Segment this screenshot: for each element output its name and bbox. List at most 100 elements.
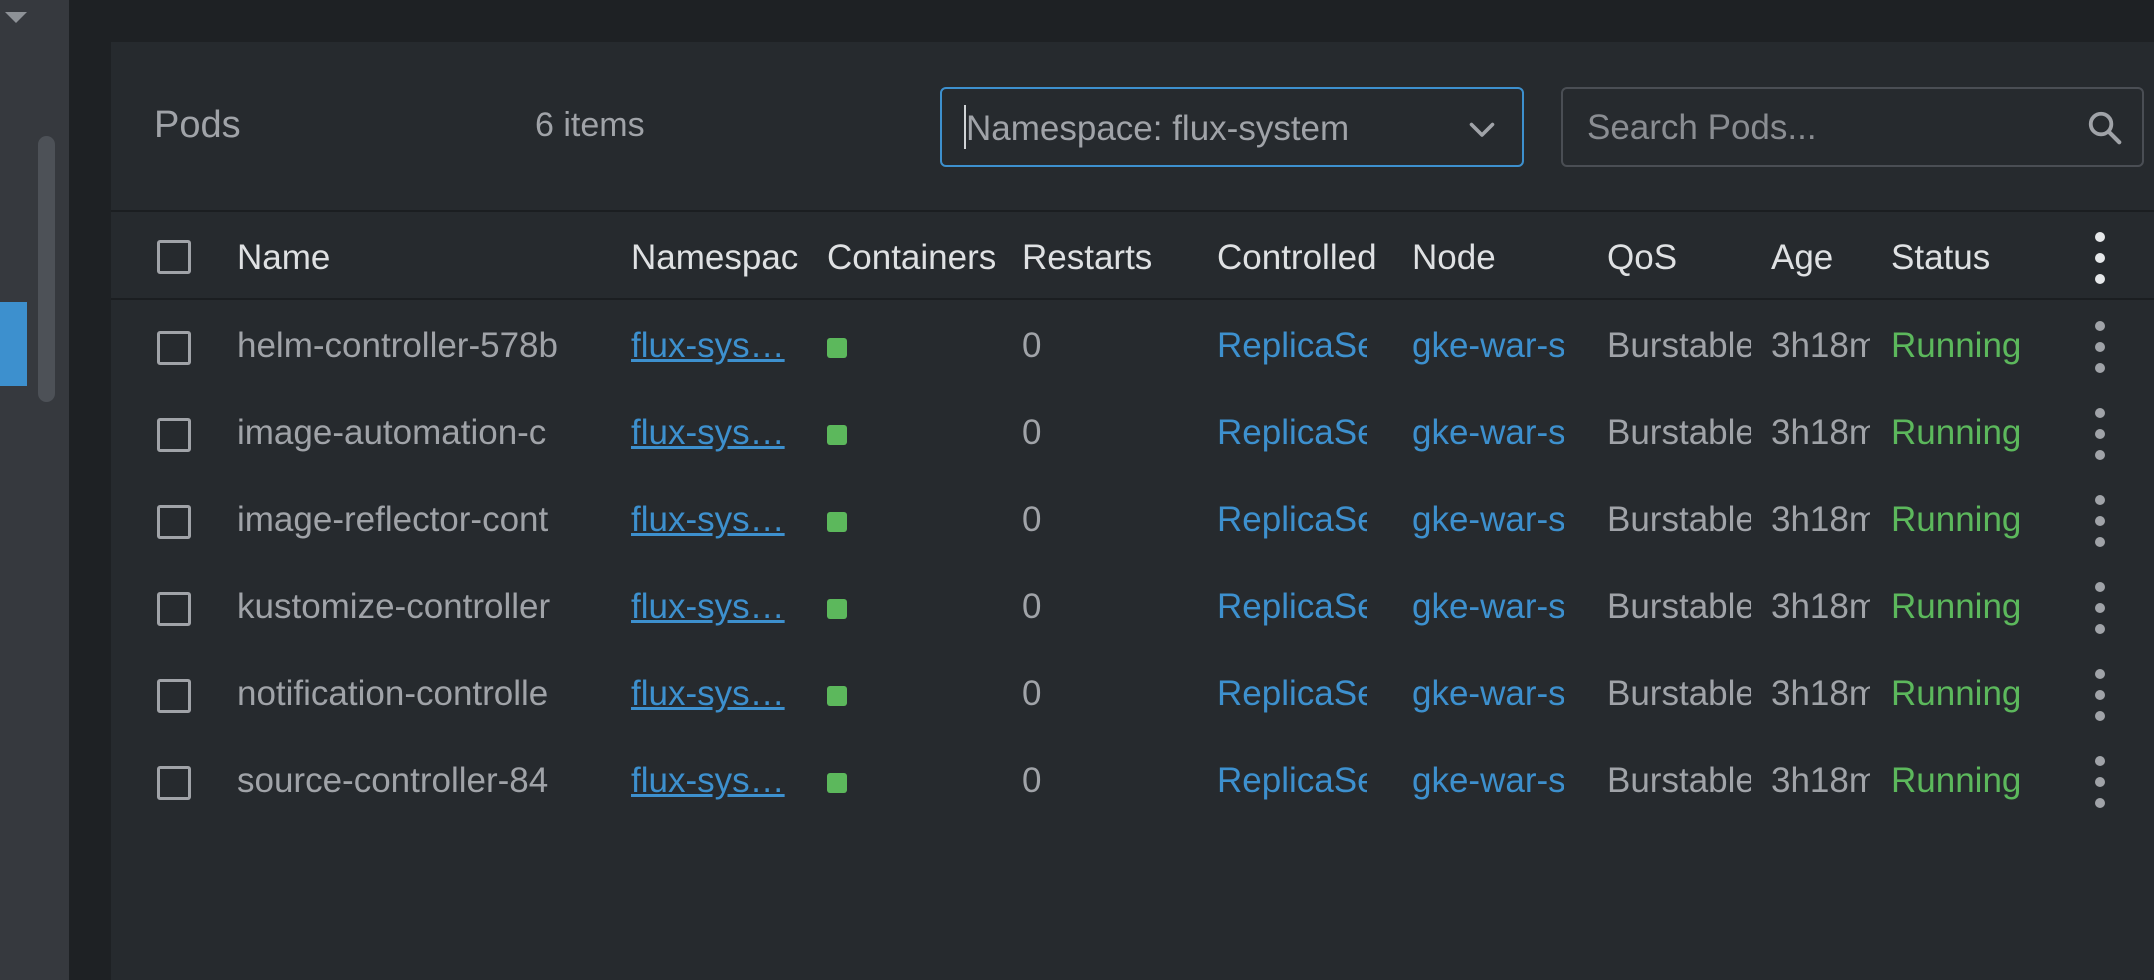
column-header-name[interactable]: Name — [237, 238, 597, 278]
top-bar — [69, 0, 2154, 42]
pod-namespace-link[interactable]: flux-sys… — [631, 326, 791, 366]
column-header-status[interactable]: Status — [1891, 238, 2041, 278]
row-menu-icon[interactable] — [2090, 315, 2110, 379]
pod-age: 3h18m — [1771, 413, 1870, 452]
pod-restarts: 0 — [1022, 326, 1042, 365]
pod-name[interactable]: kustomize-controller — [237, 587, 675, 627]
pod-namespace-link[interactable]: flux-sys… — [631, 587, 791, 627]
container-status-indicator — [827, 599, 847, 619]
pod-qos: Burstable — [1607, 500, 1751, 539]
pod-age: 3h18m — [1771, 761, 1870, 800]
pod-age: 3h18m — [1771, 674, 1870, 713]
pod-age: 3h18m — [1771, 326, 1870, 365]
select-all-checkbox[interactable] — [157, 240, 191, 274]
container-status-indicator — [827, 512, 847, 532]
column-header-restarts[interactable]: Restarts — [1022, 238, 1202, 278]
search-icon[interactable] — [2086, 109, 2124, 147]
pod-node-link[interactable]: gke-war-s — [1412, 326, 1564, 366]
row-menu-icon[interactable] — [2090, 576, 2110, 640]
column-header-controlled-by[interactable]: Controlled — [1217, 238, 1399, 278]
pod-name[interactable]: helm-controller-578b — [237, 326, 675, 366]
table-row[interactable]: helm-controller-578b flux-sys… 0 Replica… — [111, 303, 2154, 390]
column-header-namespace[interactable]: Namespac — [631, 238, 805, 278]
table-row[interactable]: image-automation-c flux-sys… 0 ReplicaSe… — [111, 390, 2154, 477]
search-input[interactable] — [1587, 103, 2067, 153]
pod-namespace-link[interactable]: flux-sys… — [631, 674, 791, 714]
pod-age: 3h18m — [1771, 587, 1870, 626]
pod-qos: Burstable — [1607, 761, 1751, 800]
pod-restarts: 0 — [1022, 761, 1042, 800]
pod-restarts: 0 — [1022, 413, 1042, 452]
namespace-select[interactable]: Namespace: flux-system — [940, 87, 1524, 167]
table-row[interactable]: kustomize-controller flux-sys… 0 Replica… — [111, 564, 2154, 651]
pod-name[interactable]: notification-controlle — [237, 674, 675, 714]
table-header: Name Namespac Containers Restarts Contro… — [111, 214, 2154, 300]
page-title: Pods — [154, 104, 241, 146]
column-header-containers[interactable]: Containers — [827, 238, 1007, 278]
row-checkbox[interactable] — [157, 418, 191, 452]
column-menu-icon[interactable] — [2090, 226, 2110, 290]
panel-header: Pods 6 items Namespace: flux-system — [111, 42, 2154, 212]
pod-node-link[interactable]: gke-war-s — [1412, 761, 1564, 801]
pods-panel: Pods 6 items Namespace: flux-system Name… — [111, 42, 2154, 980]
pod-controlled-by-link[interactable]: ReplicaSe — [1217, 500, 1367, 540]
pod-name[interactable]: image-reflector-cont — [237, 500, 675, 540]
table-row[interactable]: notification-controlle flux-sys… 0 Repli… — [111, 651, 2154, 738]
pod-status: Running — [1891, 587, 2019, 626]
pod-status: Running — [1891, 413, 2019, 452]
pod-node-link[interactable]: gke-war-s — [1412, 413, 1564, 453]
sidebar-collapse-arrow-icon[interactable] — [5, 12, 27, 23]
row-menu-icon[interactable] — [2090, 402, 2110, 466]
row-menu-icon[interactable] — [2090, 489, 2110, 553]
pod-name[interactable]: image-automation-c — [237, 413, 675, 453]
namespace-select-value: Namespace: flux-system — [966, 109, 1350, 148]
pod-status: Running — [1891, 761, 2019, 800]
row-menu-icon[interactable] — [2090, 663, 2110, 727]
pod-namespace-link[interactable]: flux-sys… — [631, 413, 791, 453]
sidebar-scrollbar[interactable] — [38, 136, 55, 402]
container-status-indicator — [827, 338, 847, 358]
pod-restarts: 0 — [1022, 500, 1042, 539]
chevron-down-icon[interactable] — [1464, 111, 1500, 147]
row-checkbox[interactable] — [157, 679, 191, 713]
pod-node-link[interactable]: gke-war-s — [1412, 500, 1564, 540]
pod-name[interactable]: source-controller-84 — [237, 761, 675, 801]
pod-qos: Burstable — [1607, 413, 1751, 452]
pod-controlled-by-link[interactable]: ReplicaSe — [1217, 587, 1367, 627]
sidebar-divider — [69, 0, 111, 980]
pod-controlled-by-link[interactable]: ReplicaSe — [1217, 674, 1367, 714]
pod-controlled-by-link[interactable]: ReplicaSe — [1217, 413, 1367, 453]
pod-restarts: 0 — [1022, 674, 1042, 713]
pod-status: Running — [1891, 326, 2019, 365]
sidebar — [0, 0, 69, 980]
container-status-indicator — [827, 425, 847, 445]
row-checkbox[interactable] — [157, 331, 191, 365]
pod-restarts: 0 — [1022, 587, 1042, 626]
container-status-indicator — [827, 686, 847, 706]
pod-node-link[interactable]: gke-war-s — [1412, 587, 1564, 627]
row-menu-icon[interactable] — [2090, 750, 2110, 814]
pod-namespace-link[interactable]: flux-sys… — [631, 500, 791, 540]
pod-age: 3h18m — [1771, 500, 1870, 539]
pod-qos: Burstable — [1607, 674, 1751, 713]
row-checkbox[interactable] — [157, 592, 191, 626]
pod-controlled-by-link[interactable]: ReplicaSe — [1217, 326, 1367, 366]
pod-controlled-by-link[interactable]: ReplicaSe — [1217, 761, 1367, 801]
sidebar-active-item-indicator[interactable] — [0, 302, 27, 386]
pod-status: Running — [1891, 500, 2019, 539]
column-header-node[interactable]: Node — [1412, 238, 1592, 278]
column-header-age[interactable]: Age — [1771, 238, 1871, 278]
items-count: 6 items — [535, 106, 645, 144]
pod-namespace-link[interactable]: flux-sys… — [631, 761, 791, 801]
table-row[interactable]: source-controller-84 flux-sys… 0 Replica… — [111, 738, 2154, 825]
column-header-qos[interactable]: QoS — [1607, 238, 1757, 278]
pod-node-link[interactable]: gke-war-s — [1412, 674, 1564, 714]
container-status-indicator — [827, 773, 847, 793]
row-checkbox[interactable] — [157, 766, 191, 800]
row-checkbox[interactable] — [157, 505, 191, 539]
pod-qos: Burstable — [1607, 326, 1751, 365]
search-box — [1561, 87, 2144, 167]
pod-qos: Burstable — [1607, 587, 1751, 626]
pod-status: Running — [1891, 674, 2019, 713]
table-row[interactable]: image-reflector-cont flux-sys… 0 Replica… — [111, 477, 2154, 564]
